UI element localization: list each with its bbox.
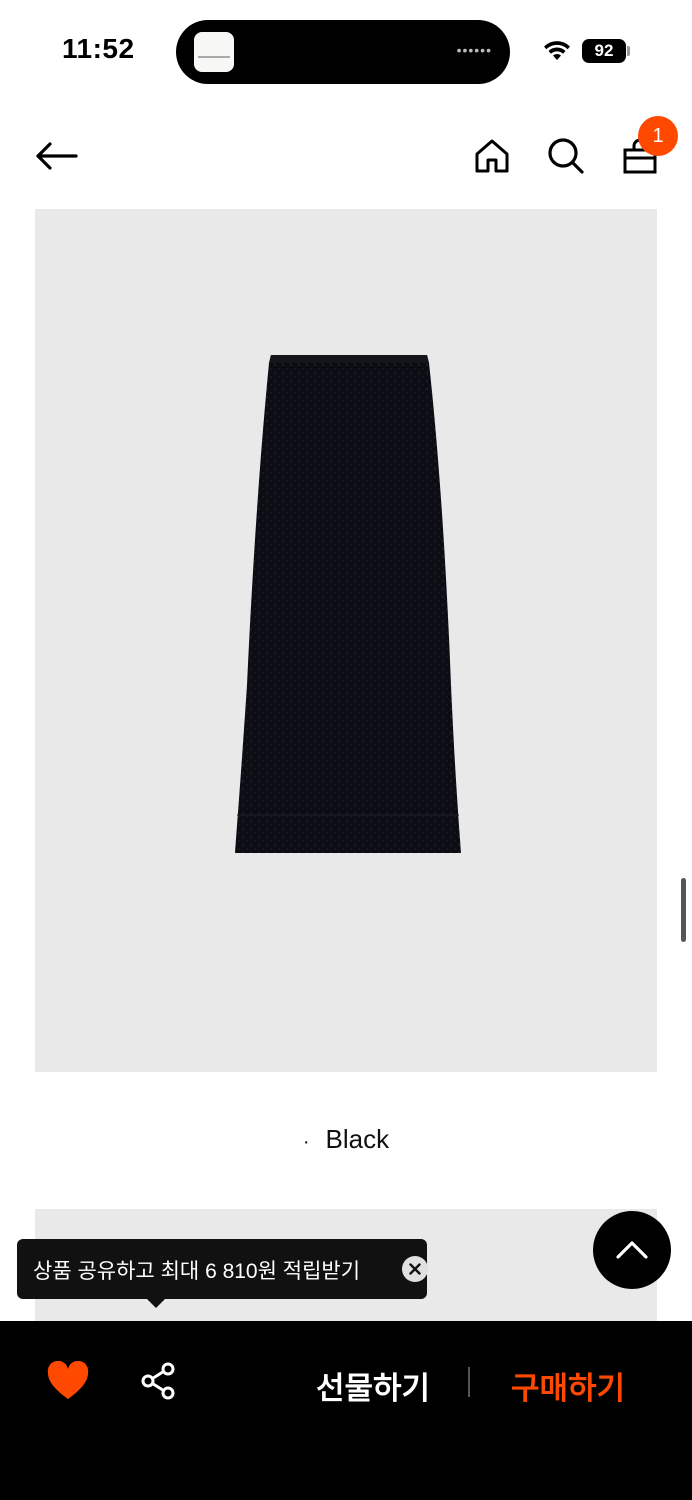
skirt-image	[235, 355, 461, 853]
divider	[468, 1367, 470, 1397]
close-icon	[409, 1263, 421, 1275]
search-button[interactable]	[542, 132, 590, 180]
battery-indicator: 92	[582, 39, 626, 63]
color-option-caption: · Black	[0, 1124, 692, 1155]
home-icon	[475, 139, 509, 173]
dynamic-island[interactable]: ••••••	[176, 20, 510, 84]
bottom-action-bar: 선물하기 구매하기	[0, 1321, 692, 1500]
share-reward-tooltip: 상품 공유하고 최대 6 810원 적립받기	[17, 1239, 428, 1299]
buy-button[interactable]: 구매하기	[511, 1363, 625, 1408]
tooltip-arrow	[146, 1298, 166, 1308]
island-app-icon	[194, 32, 234, 72]
bullet: ·	[302, 1131, 310, 1153]
status-bar: 11:52 •••••• 92	[0, 0, 692, 100]
product-image[interactable]	[35, 209, 657, 1072]
heart-icon[interactable]	[46, 1361, 90, 1401]
search-icon	[548, 138, 584, 174]
chevron-up-icon	[616, 1241, 648, 1259]
cart-count-badge: 1	[638, 116, 678, 156]
gift-button[interactable]: 선물하기	[316, 1363, 430, 1408]
back-button[interactable]	[32, 132, 80, 180]
tooltip-close-button[interactable]	[402, 1256, 428, 1282]
scroll-to-top-button[interactable]	[593, 1211, 671, 1289]
battery-tip	[627, 46, 630, 56]
share-icon[interactable]	[138, 1361, 178, 1401]
home-button[interactable]	[468, 132, 516, 180]
wifi-icon	[544, 41, 570, 60]
island-activity-indicator: ••••••	[456, 42, 492, 58]
back-arrow-icon	[36, 142, 78, 170]
status-time: 11:52	[62, 33, 135, 64]
scrollbar[interactable]	[681, 878, 686, 942]
color-option-label: Black	[325, 1124, 390, 1154]
top-navigation	[0, 118, 692, 198]
tooltip-text: 상품 공유하고 최대 6 810원 적립받기	[33, 1260, 361, 1283]
